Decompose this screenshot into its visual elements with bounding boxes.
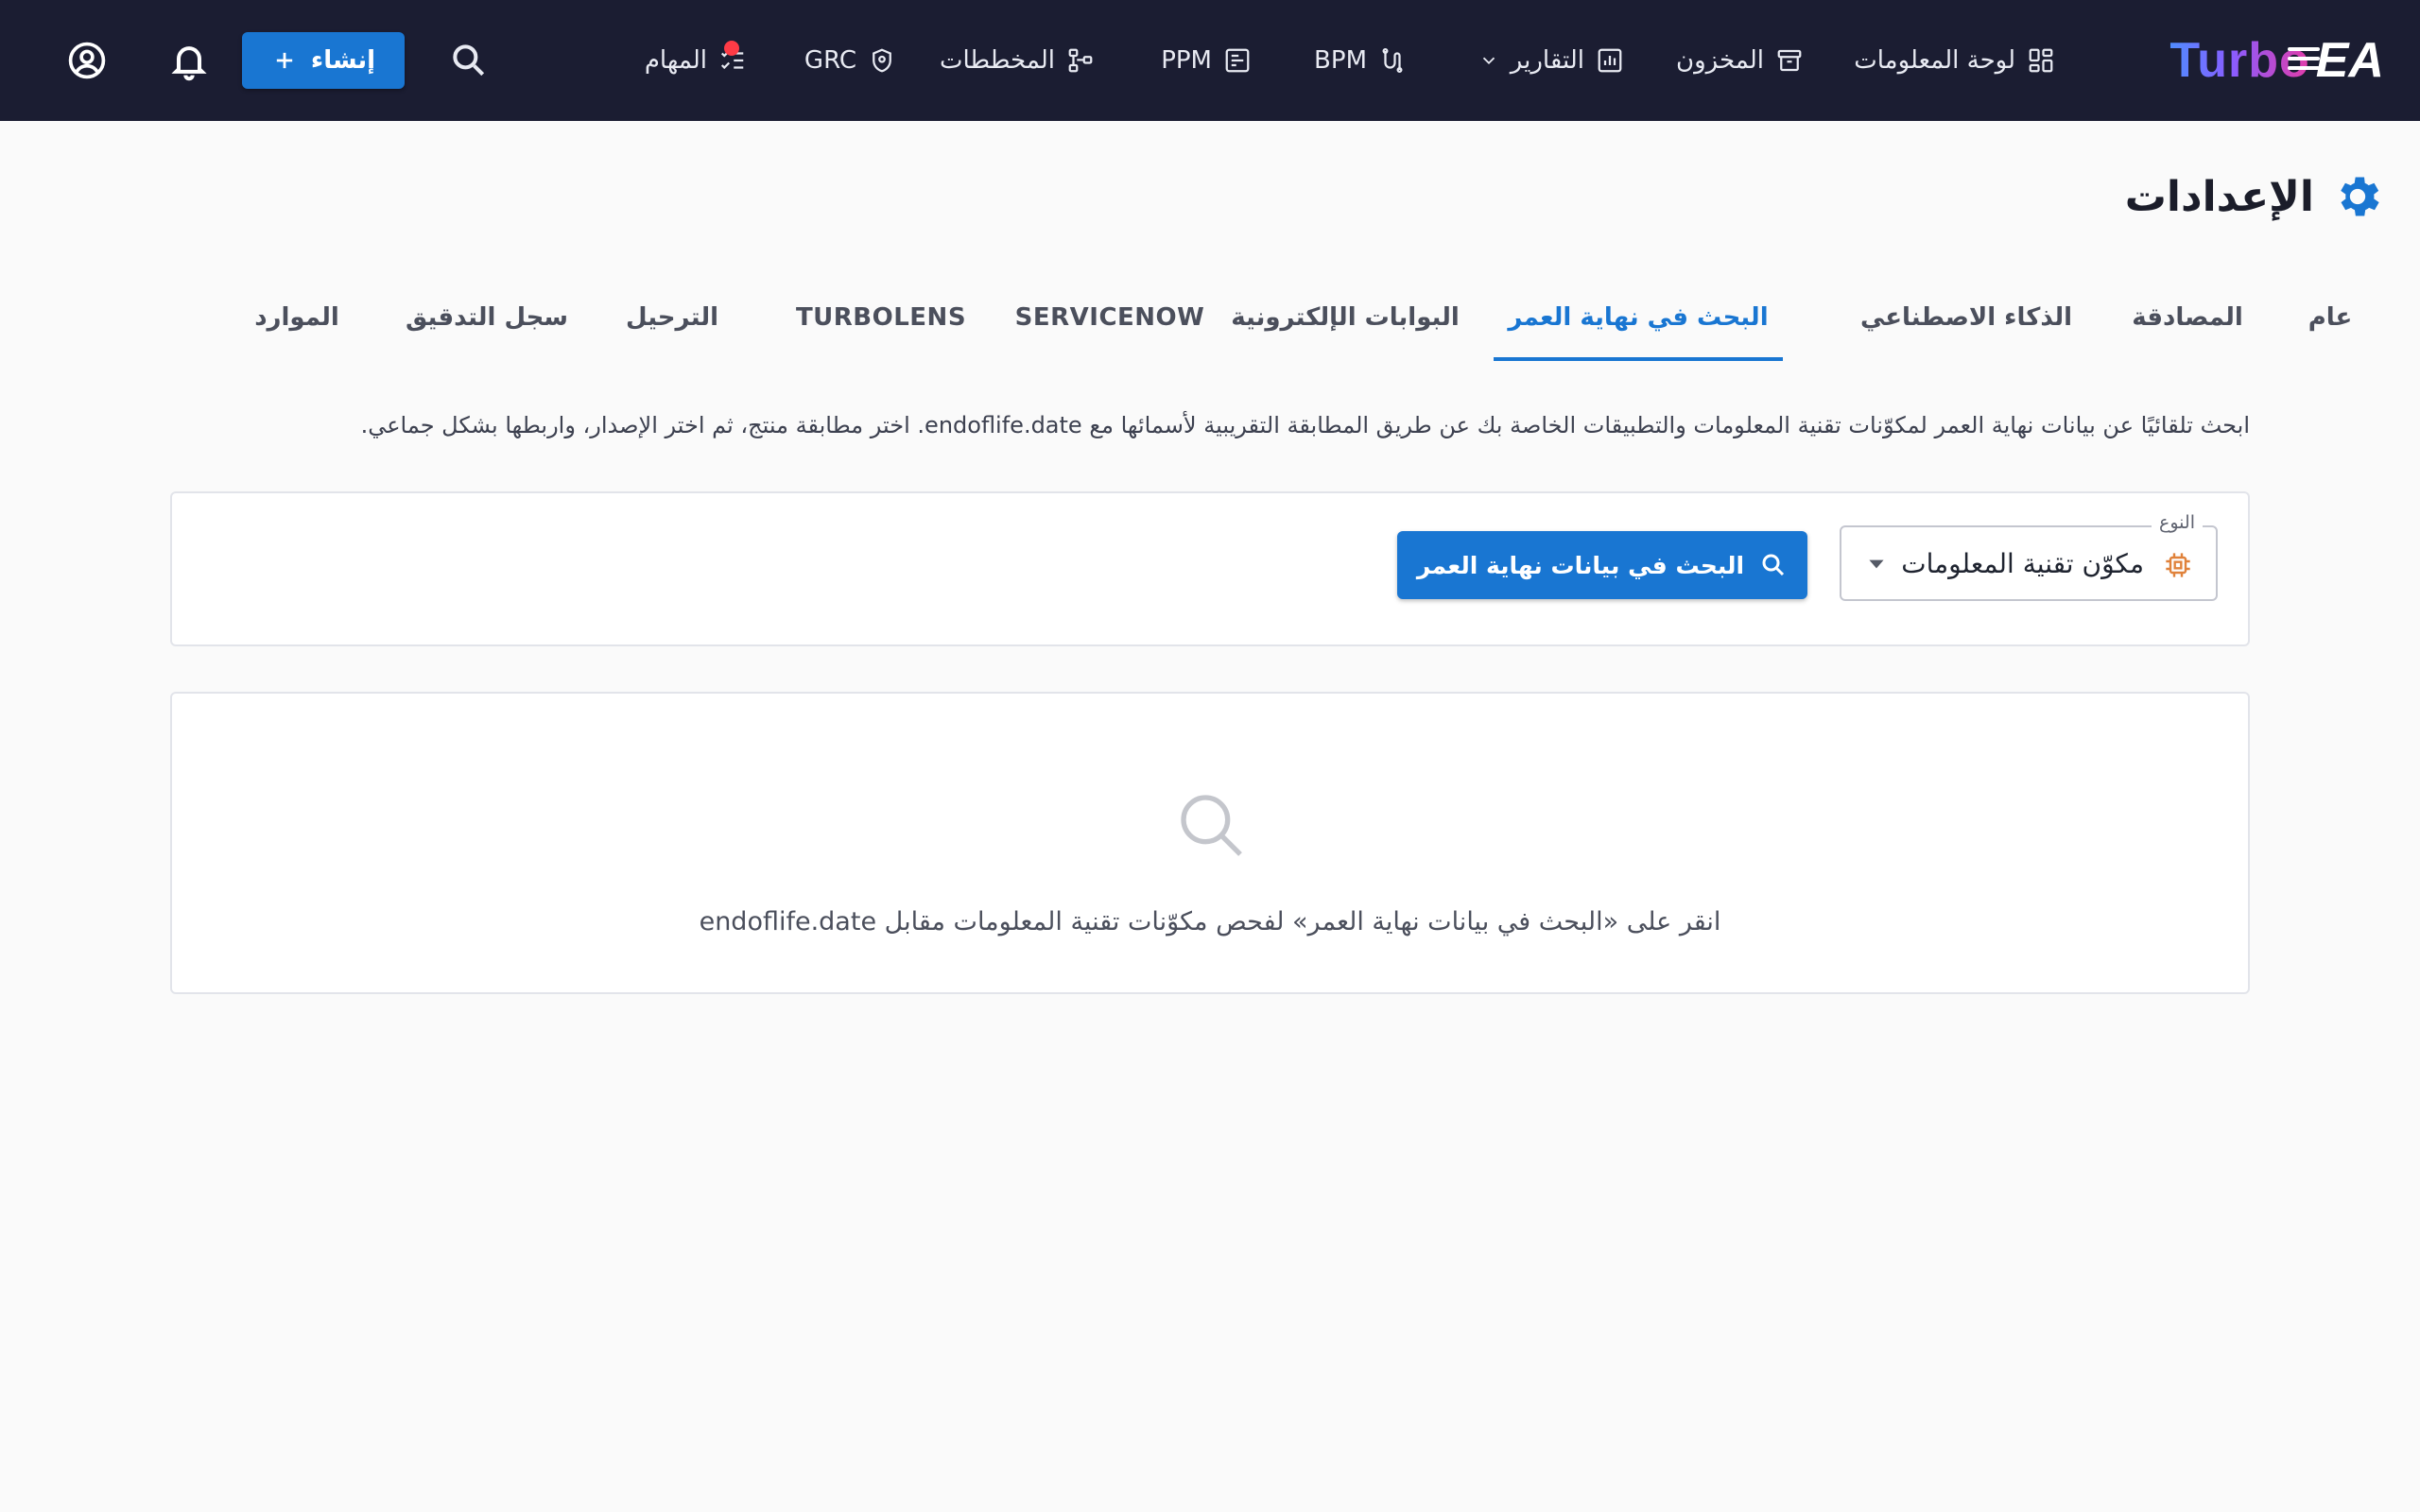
logo-text-suffix: EA [2287,33,2384,88]
nav-tasks[interactable]: المهام [645,34,747,87]
project-icon [1225,48,1250,73]
bell-icon [171,46,207,81]
nav-grc-label: GRC [804,46,856,75]
nav-ppm-label: PPM [1161,46,1212,75]
notification-dot [724,41,739,56]
chevron-down-icon [1482,57,1495,65]
tab-general[interactable]: عام [2278,274,2382,361]
search-empty-icon [1181,795,1242,856]
tab-end-of-life-search[interactable]: البحث في نهاية العمر [1494,274,1783,361]
logo-text-main: Turbo [2169,33,2310,88]
tab-web-portals[interactable]: البوابات الإلكترونية [1227,274,1463,361]
eol-results-panel: انقر على «البحث في بيانات نهاية العمر» ل… [170,692,2250,994]
dashboard-icon [2029,48,2053,73]
eol-filter-panel: النوع مكوّن تقنية المعلومات البحث في بيا… [170,491,2250,646]
bar-chart-icon [1598,48,1622,73]
create-button[interactable]: إنشاء [242,32,405,89]
type-select-value: مكوّن تقنية المعلومات [1901,547,2144,579]
nav-inventory-label: المخزون [1676,46,1764,75]
account-button[interactable] [59,32,115,89]
archive-icon [1777,49,1802,72]
chip-icon [2166,553,2190,577]
nav-diagrams-label: المخططات [939,46,1055,75]
tab-servicenow[interactable]: SERVICENOW [1015,274,1204,361]
account-circle-icon [68,42,106,79]
tab-audit-log[interactable]: سجل التدقيق [406,274,567,361]
create-button-label: إنشاء [310,46,376,75]
nav-diagrams[interactable]: المخططات [940,34,1095,87]
shield-icon [873,48,891,73]
nav-bpm-label: BPM [1314,46,1367,75]
nav-bpm[interactable]: BPM [1314,34,1407,87]
search-icon [453,44,485,77]
page-title: الإعدادات [2124,172,2314,221]
nav-reports[interactable]: التقارير [1478,34,1624,87]
caret-down-icon [1869,559,1884,569]
nav-tasks-label: المهام [644,46,707,75]
global-search-button[interactable] [441,32,497,89]
tab-migration[interactable]: الترحيل [611,274,734,361]
type-select[interactable]: النوع مكوّن تقنية المعلومات [1840,512,2218,601]
search-icon [1762,554,1785,576]
app-logo[interactable]: Turbo EA [2169,28,2384,93]
notifications-button[interactable] [161,32,217,89]
eol-search-button-label: البحث في بيانات نهاية العمر [1416,551,1745,579]
tasks-icon-wrap [718,41,747,75]
diagram-icon [1068,48,1093,73]
nav-dashboard[interactable]: لوحة المعلومات [1854,34,2055,87]
empty-state-message: انقر على «البحث في بيانات نهاية العمر» ل… [699,907,1721,936]
type-select-label: النوع [2152,512,2203,533]
gear-icon [2341,177,2379,216]
tab-authentication[interactable]: المصادقة [2112,274,2263,361]
nav-dashboard-label: لوحة المعلومات [1854,46,2015,75]
tab-ai[interactable]: الذكاء الاصطناعي [1855,274,2078,361]
top-app-bar: Turbo EA لوحة المعلومات المخزون التقارير… [0,0,2420,121]
nav-grc[interactable]: GRC [804,34,896,87]
eol-search-button[interactable]: البحث في بيانات نهاية العمر [1397,531,1807,599]
page-header: الإعدادات [2125,166,2384,227]
settings-tabs: عام المصادقة الذكاء الاصطناعي البحث في ن… [0,274,2420,361]
nav-reports-label: التقارير [1510,46,1584,75]
tab-turbolens[interactable]: TURBOLENS [796,274,966,361]
tab-resources[interactable]: الموارد [240,274,354,361]
nav-inventory[interactable]: المخزون [1676,34,1804,87]
plus-icon [276,52,293,69]
eol-description: ابحث تلقائيًا عن بيانات نهاية العمر لمكو… [360,412,2250,438]
nav-ppm[interactable]: PPM [1161,34,1252,87]
flow-icon [1382,48,1403,73]
